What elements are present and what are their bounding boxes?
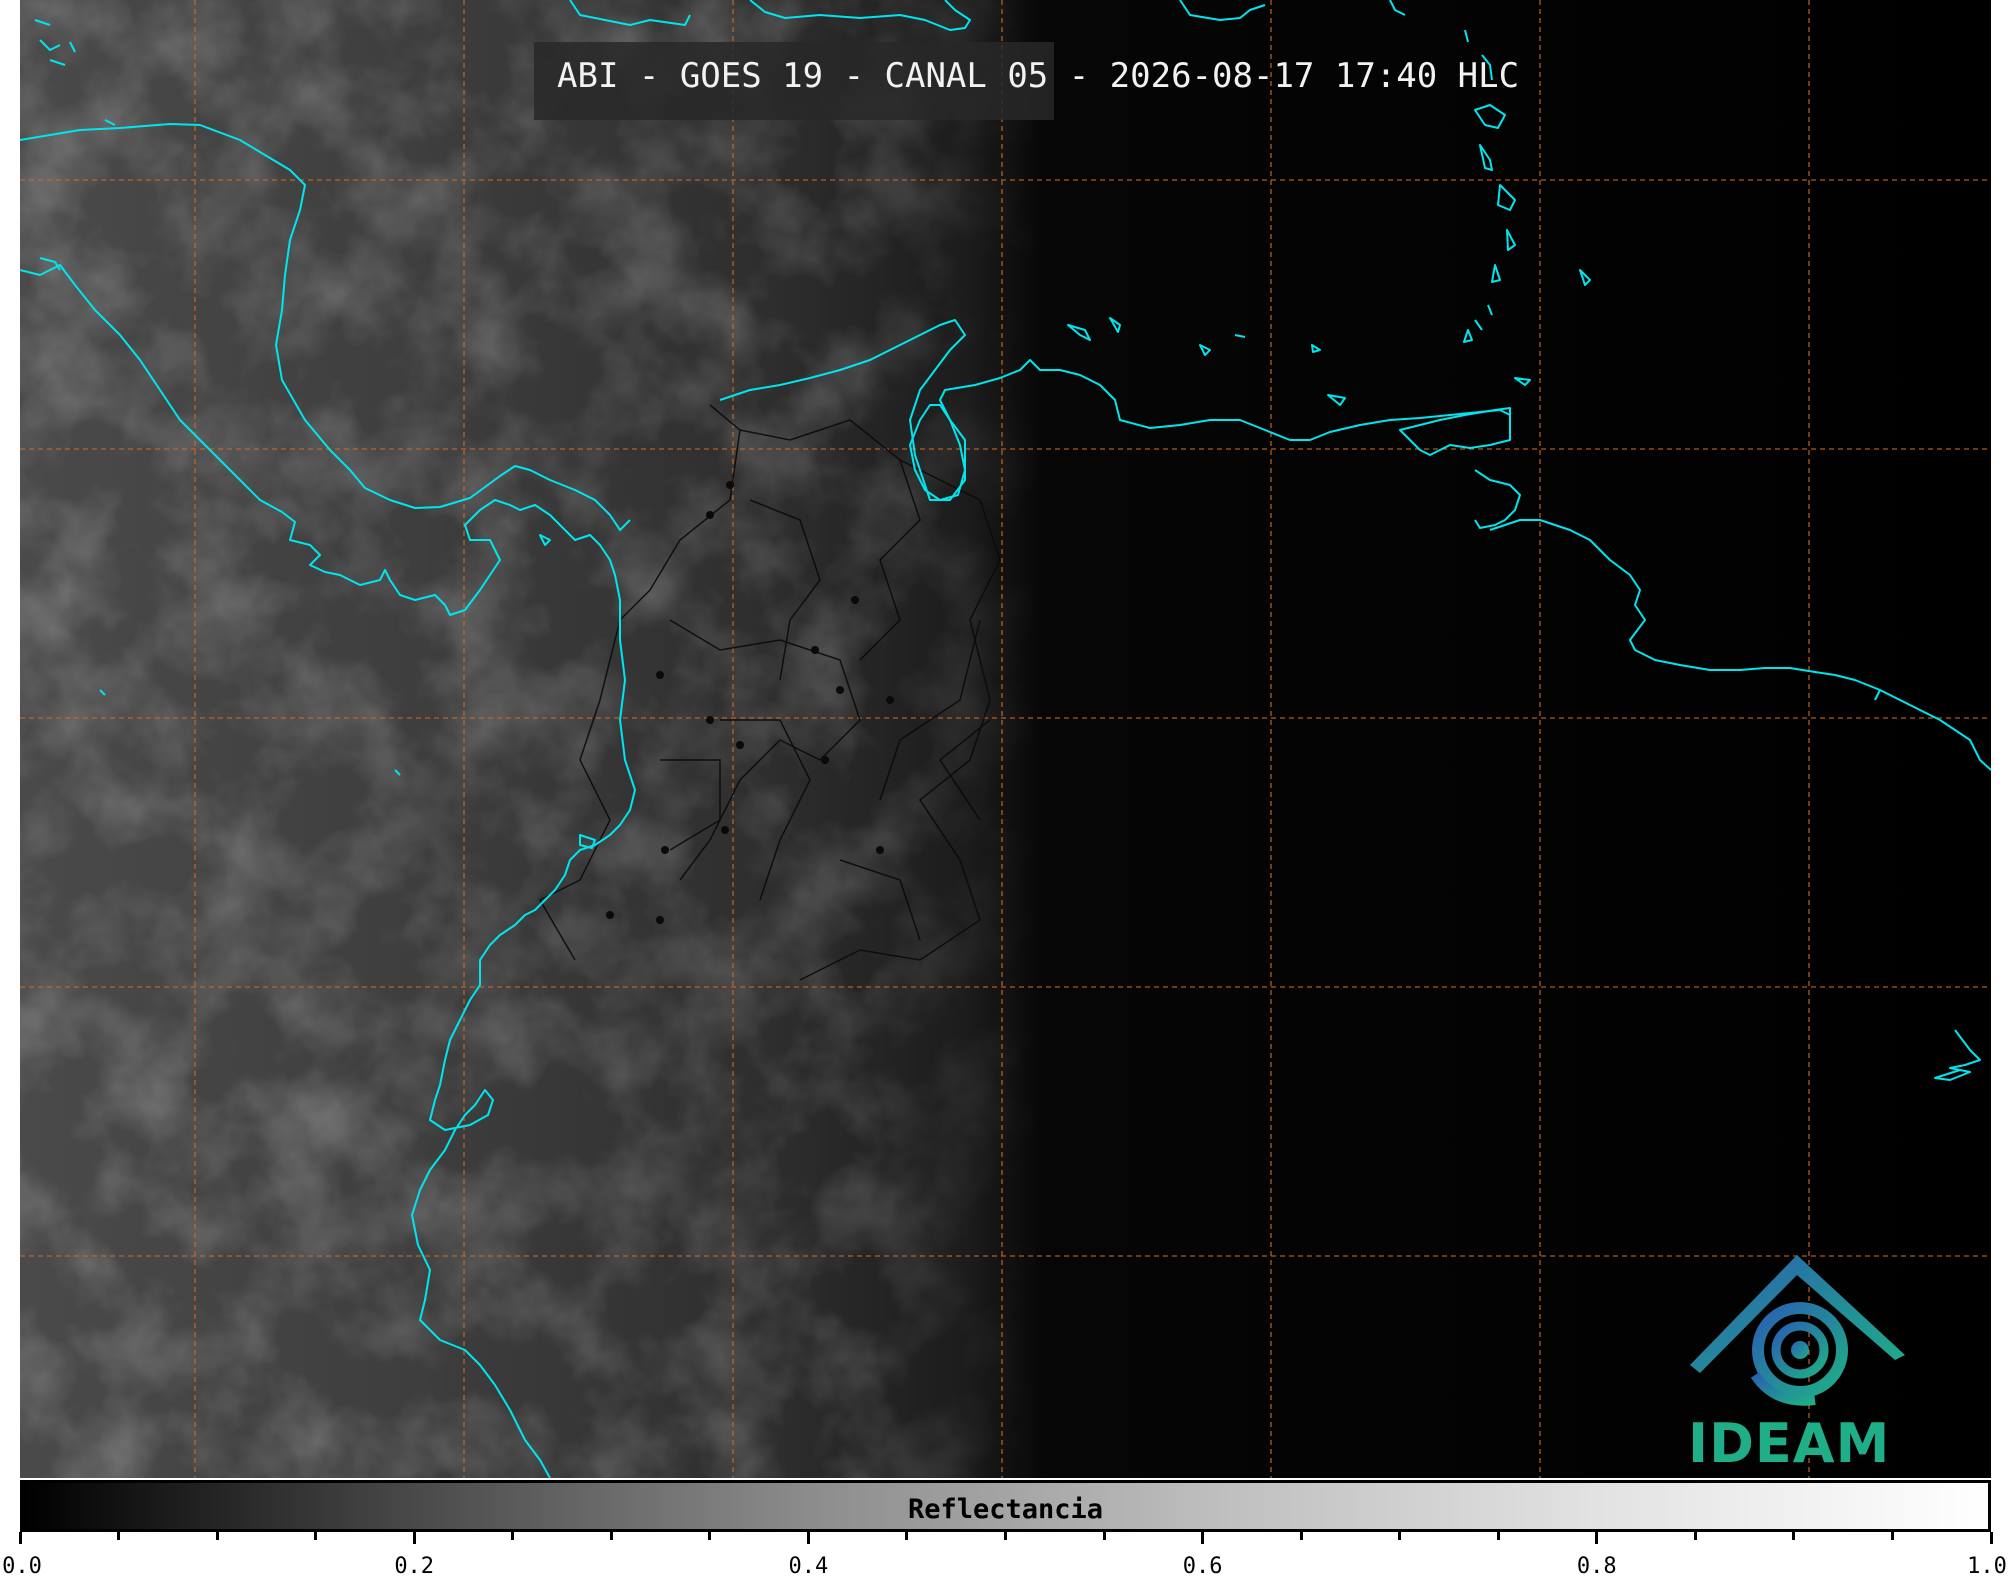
colorbar-label: Reflectancia (907, 1494, 1104, 1525)
colorbar-tick-label: 0.4 (788, 1554, 829, 1579)
colorbar-tick-label: 0.6 (1182, 1554, 1223, 1579)
colorbar-tick-mark (1792, 1532, 1796, 1540)
colorbar-tick-mark (1004, 1532, 1007, 1540)
colorbar-tick-mark (1496, 1532, 1500, 1540)
colorbar-tick-label: 0.8 (1576, 1554, 1617, 1579)
colorbar-tick-mark (511, 1532, 515, 1540)
colorbar-tick-mark (609, 1532, 613, 1540)
colorbar-tick-label: 0.0 (2, 1554, 42, 1579)
colorbar-ticks: 0.0 0.2 0.4 0.6 0.8 1.0 (2, 1532, 2007, 1579)
colorbar-tick-mark (1890, 1532, 1894, 1540)
ideam-logo-icon (1690, 1255, 1905, 1406)
map-title: ABI - GOES 19 - CANAL 05 - 2026-08-17 17… (557, 56, 1520, 96)
colorbar-tick-mark (18, 1532, 22, 1544)
colorbar: Reflectancia (20, 1480, 1991, 1532)
logo-text: IDEAM (1688, 1412, 1891, 1475)
colorbar-tick-mark (117, 1532, 121, 1540)
colorbar-tick-label: 1.0 (1967, 1554, 2007, 1579)
colorbar-tick-mark (314, 1532, 318, 1540)
colorbar-tick-mark (1299, 1532, 1303, 1540)
colorbar-tick-mark (1398, 1532, 1402, 1540)
colorbar-tick-mark (1595, 1532, 1599, 1544)
colorbar-tick-mark (806, 1532, 810, 1544)
colorbar-tick-mark (215, 1532, 219, 1540)
colorbar-tick-mark (1102, 1532, 1106, 1540)
satellite-map[interactable] (20, 0, 1991, 1478)
colorbar-tick-mark (708, 1532, 712, 1540)
colorbar-tick-mark (1201, 1532, 1205, 1544)
colorbar-tick-mark (905, 1532, 909, 1540)
colorbar-tick-label: 0.2 (394, 1554, 435, 1579)
colorbar-tick-mark (412, 1532, 416, 1544)
colorbar-tick-mark (1989, 1532, 1993, 1544)
colorbar-tick-mark (1693, 1532, 1697, 1540)
